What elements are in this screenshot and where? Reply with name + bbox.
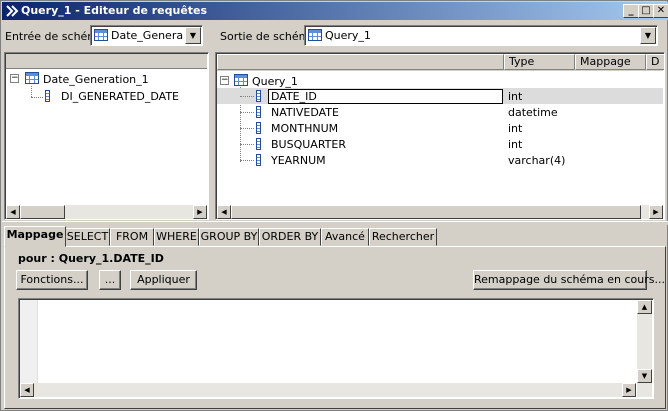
- column-icon: [256, 90, 261, 102]
- tree-line: [240, 128, 254, 129]
- tab-avance[interactable]: Avancé: [321, 228, 369, 246]
- output-column-type[interactable]: int: [508, 90, 522, 103]
- table-icon: [94, 29, 108, 41]
- chevron-down-icon[interactable]: ▼: [185, 27, 201, 44]
- tree-line: [31, 97, 43, 98]
- chevron-down-icon[interactable]: ▼: [640, 27, 656, 44]
- tab-where[interactable]: WHERE: [154, 228, 199, 246]
- query-editor-window: Query_1 - Editeur de requêtes _ □ ✕ Entr…: [0, 0, 668, 411]
- input-tree-column[interactable]: DI_GENERATED_DATE: [61, 90, 179, 103]
- column-icon: [256, 106, 261, 118]
- minimize-button[interactable]: _: [623, 4, 639, 18]
- column-icon: [256, 154, 261, 166]
- input-horizontal-scrollbar[interactable]: ◀ ▶: [6, 205, 207, 219]
- output-column-type[interactable]: int: [508, 138, 522, 151]
- mapping-target-label: pour : Query_1.DATE_ID: [18, 252, 164, 265]
- scroll-right-icon[interactable]: ▶: [193, 205, 207, 219]
- scroll-right-icon[interactable]: ▶: [649, 205, 663, 219]
- ellipsis-button[interactable]: ...: [99, 270, 121, 290]
- functions-button[interactable]: Fonctions...: [16, 270, 88, 290]
- scroll-left-icon[interactable]: ◀: [20, 383, 34, 397]
- tree-line: [31, 86, 32, 97]
- scroll-right-icon[interactable]: ▶: [622, 383, 636, 397]
- input-schema-select[interactable]: Date_Generation ▼: [90, 25, 203, 46]
- output-column-type[interactable]: int: [508, 122, 522, 135]
- tab-rechercher[interactable]: Rechercher: [369, 228, 437, 246]
- collapse-icon[interactable]: −: [10, 74, 19, 83]
- horizontal-splitter[interactable]: [2, 221, 668, 225]
- output-column-name[interactable]: BUSQUARTER: [271, 138, 346, 151]
- output-column-name[interactable]: DATE_ID: [271, 90, 317, 103]
- scroll-left-icon[interactable]: ◀: [6, 205, 20, 219]
- vertical-splitter[interactable]: [210, 23, 214, 221]
- output-tree-root[interactable]: Query_1: [252, 75, 298, 88]
- scroll-thumb[interactable]: [231, 205, 641, 219]
- tab-select[interactable]: SELECT: [65, 228, 110, 246]
- input-schema-tree[interactable]: − Date_Generation_1 DI_GENERATED_DATE ◀ …: [4, 52, 209, 220]
- scroll-left-icon[interactable]: ◀: [217, 205, 231, 219]
- column-header-name[interactable]: [217, 54, 504, 70]
- close-button[interactable]: ✕: [653, 4, 668, 18]
- window-title: Query_1 - Editeur de requêtes: [21, 4, 208, 17]
- output-schema-select[interactable]: Query_1 ▼: [304, 25, 658, 46]
- apply-button[interactable]: Appliquer: [130, 270, 197, 290]
- column-header-type[interactable]: Type: [504, 54, 575, 70]
- table-icon: [234, 74, 248, 86]
- tab-order-by[interactable]: ORDER BY: [259, 228, 321, 246]
- output-column-type[interactable]: varchar(4): [508, 154, 565, 167]
- column-icon: [45, 90, 50, 102]
- tab-group-by[interactable]: GROUP BY: [199, 228, 259, 246]
- editor-horizontal-scrollbar[interactable]: ◀ ▶: [20, 383, 636, 397]
- scroll-down-icon[interactable]: ▼: [637, 369, 652, 383]
- tab-from[interactable]: FROM: [110, 228, 154, 246]
- table-icon: [25, 72, 39, 84]
- title-bar[interactable]: Query_1 - Editeur de requêtes _ □ ✕: [2, 2, 668, 20]
- output-grid-header: Type Mappage D: [217, 54, 664, 71]
- output-column-name[interactable]: NATIVEDATE: [271, 106, 339, 119]
- editor-vertical-scrollbar[interactable]: ▲ ▼: [637, 300, 652, 397]
- column-header-description[interactable]: D: [646, 54, 664, 70]
- mapping-expression-editor[interactable]: ▲ ▼ ◀ ▶: [18, 298, 654, 399]
- column-icon: [256, 138, 261, 150]
- input-schema-selected: Date_Generation: [111, 29, 183, 42]
- tree-line: [240, 160, 254, 161]
- remap-schema-button[interactable]: Remappage du schéma en cours...: [473, 270, 665, 290]
- column-header-mapping[interactable]: Mappage: [575, 54, 646, 70]
- tree-line: [240, 96, 254, 97]
- scroll-up-icon[interactable]: ▲: [637, 300, 652, 314]
- mapping-tab-page: pour : Query_1.DATE_ID Fonctions... ... …: [4, 246, 666, 409]
- maximize-button[interactable]: □: [638, 4, 654, 18]
- input-tree-header: [6, 54, 207, 69]
- tree-line: [240, 112, 254, 113]
- output-column-name[interactable]: YEARNUM: [271, 154, 326, 167]
- output-schema-selected: Query_1: [325, 29, 371, 42]
- tree-line: [240, 144, 254, 145]
- collapse-icon[interactable]: −: [220, 76, 229, 85]
- table-icon: [308, 29, 322, 41]
- output-column-type[interactable]: datetime: [508, 106, 558, 119]
- output-schema-grid[interactable]: Type Mappage D − Query_1 DATE_ID int NAT…: [215, 52, 665, 220]
- tab-mappage[interactable]: Mappage: [4, 226, 66, 247]
- input-tree-root[interactable]: Date_Generation_1: [43, 73, 149, 86]
- query-editor-icon: [6, 5, 19, 17]
- column-icon: [256, 122, 261, 134]
- output-horizontal-scrollbar[interactable]: ◀ ▶: [217, 205, 663, 219]
- scroll-thumb[interactable]: [20, 205, 65, 219]
- output-column-name[interactable]: MONTHNUM: [271, 122, 338, 135]
